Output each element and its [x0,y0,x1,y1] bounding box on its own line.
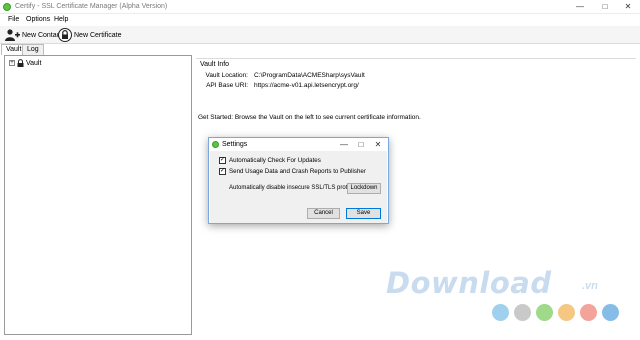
vault-tree-panel: + Vault [4,55,192,335]
watermark: Download .vn [378,264,640,340]
maximize-icon[interactable]: □ [593,1,617,13]
tree-item-vault[interactable]: + Vault [9,59,41,67]
lockdown-button[interactable]: Lockdown [347,183,381,194]
window-titlebar: Certify - SSL Certificate Manager (Alpha… [0,0,640,14]
tab-log[interactable]: Log [22,44,44,55]
menu-file[interactable]: File [8,16,19,23]
watermark-tld: .vn [582,280,598,292]
vault-info-title: Vault Info [200,61,230,68]
check-updates-option[interactable]: ✓ Automatically Check For Updates [219,157,321,164]
close-icon[interactable]: ✕ [616,1,640,13]
settings-dialog: Settings — □ ✕ ✓ Automatically Check For… [208,137,389,224]
new-certificate-label: New Certificate [74,31,122,39]
watermark-dot [602,304,619,321]
check-updates-label: Automatically Check For Updates [229,157,321,164]
watermark-text: Download [386,266,552,300]
tree-item-label: Vault [26,59,42,67]
dialog-titlebar: Settings — □ ✕ [209,138,388,151]
minimize-icon[interactable]: — [568,1,592,13]
new-contact-label: New Contact [22,31,63,39]
dialog-app-icon [212,141,219,148]
menu-help[interactable]: Help [54,16,68,23]
send-usage-option[interactable]: ✓ Send Usage Data and Crash Reports to P… [219,168,366,175]
send-usage-label: Send Usage Data and Crash Reports to Pub… [229,168,366,175]
lock-icon [58,28,72,42]
watermark-dot [558,304,575,321]
check-updates-checkbox[interactable]: ✓ [219,157,226,164]
new-certificate-button[interactable]: New Certificate [58,28,121,42]
watermark-dot [580,304,597,321]
watermark-dot [492,304,509,321]
send-usage-checkbox[interactable]: ✓ [219,168,226,175]
dialog-title: Settings [222,141,248,148]
watermark-dot [536,304,553,321]
menu-options[interactable]: Options [26,16,50,23]
app-icon [3,3,11,11]
vault-location-value: C:\ProgramData\ACMESharp\sysVault [254,72,365,79]
window-title: Certify - SSL Certificate Manager (Alpha… [15,3,168,10]
dialog-close-icon[interactable]: ✕ [371,139,385,150]
menu-bar: File Options Help [0,14,640,26]
tab-strip: Vault Log [0,44,640,55]
vault-info-group: Vault Info Vault Location: C:\ProgramDat… [196,58,636,92]
get-started-text: Get Started: Browse the Vault on the lef… [198,114,421,121]
save-button[interactable]: Save [346,208,381,219]
api-base-uri-value: https://acme-v01.api.letsencrypt.org/ [254,82,359,89]
toolbar: New Contact New Certificate [0,26,640,44]
vault-location-label: Vault Location: [205,72,248,79]
api-base-uri-label: API Base URI: [206,82,248,89]
ssl-protocols-text: Automatically disable insecure SSL/TLS p… [229,185,364,191]
dialog-minimize-icon[interactable]: — [337,139,351,150]
dialog-body: ✓ Automatically Check For Updates ✓ Send… [210,151,387,223]
cancel-button[interactable]: Cancel [307,208,340,219]
lock-icon [17,59,24,67]
expand-icon[interactable]: + [9,60,15,66]
new-contact-button[interactable]: New Contact [4,28,62,42]
dialog-maximize-icon[interactable]: □ [354,139,368,150]
watermark-dot [514,304,531,321]
add-contact-icon [5,29,20,41]
